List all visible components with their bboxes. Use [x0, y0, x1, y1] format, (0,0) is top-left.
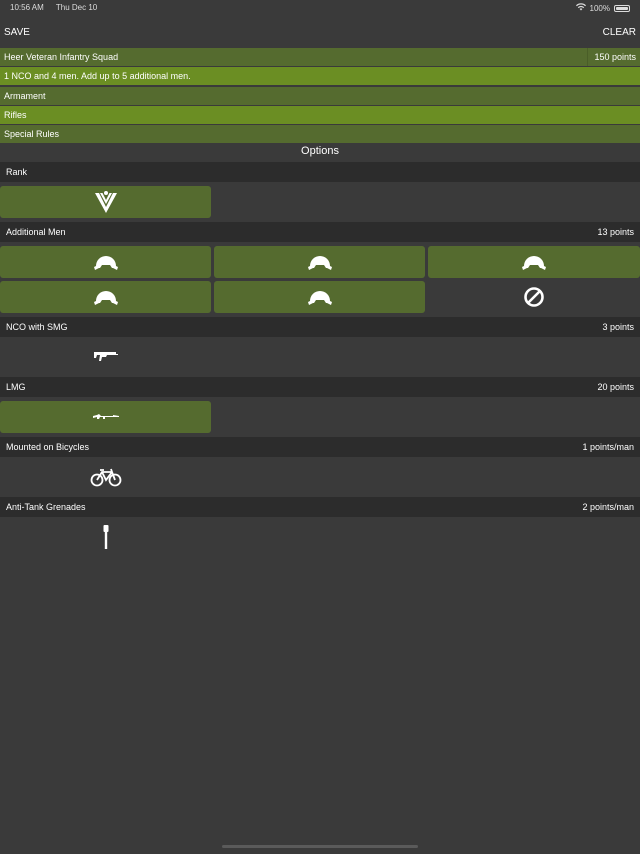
lmg-points: 20 points	[597, 382, 634, 392]
additional-men-none-option[interactable]	[428, 281, 640, 313]
additional-man-option-1[interactable]	[0, 246, 211, 278]
at-grenades-section-header: Anti-Tank Grenades 2 points/man	[0, 497, 640, 517]
bicycles-section-header: Mounted on Bicycles 1 points/man	[0, 437, 640, 457]
smg-icon	[93, 350, 119, 362]
unit-title-row[interactable]: Heer Veteran Infantry Squad 150 points	[0, 48, 640, 66]
lmg-icon	[92, 413, 119, 421]
additional-men-label: Additional Men	[6, 227, 66, 237]
helmet-icon	[93, 253, 119, 271]
lmg-section-header: LMG 20 points	[0, 377, 640, 397]
weapon-row[interactable]: Rifles	[0, 106, 640, 124]
options-title: Options	[301, 145, 339, 157]
home-indicator	[222, 845, 418, 848]
additional-men-points: 13 points	[597, 227, 634, 237]
bicycles-points: 1 points/man	[582, 442, 634, 452]
helmet-icon	[93, 288, 119, 306]
status-bar: 10:56 AM Thu Dec 10 100%	[0, 0, 640, 16]
armament-row[interactable]: Armament	[0, 87, 640, 105]
additional-man-option-3[interactable]	[428, 246, 640, 278]
rank-section-header: Rank	[0, 162, 640, 182]
save-button[interactable]: SAVE	[4, 27, 30, 38]
stick-grenade-icon	[102, 524, 110, 550]
nco-smg-points: 3 points	[602, 322, 634, 332]
additional-men-section-header: Additional Men 13 points	[0, 222, 640, 242]
armament-label: Armament	[4, 91, 46, 101]
lmg-option[interactable]	[0, 401, 211, 433]
battery-percent: 100%	[589, 3, 610, 13]
weapon-label: Rifles	[4, 110, 27, 120]
additional-man-option-5[interactable]	[214, 281, 425, 313]
clear-button[interactable]: CLEAR	[603, 27, 636, 38]
unit-name: Heer Veteran Infantry Squad	[4, 52, 119, 62]
nco-smg-label: NCO with SMG	[6, 322, 68, 332]
helmet-icon	[307, 253, 333, 271]
lmg-label: LMG	[6, 382, 26, 392]
additional-man-option-2[interactable]	[214, 246, 425, 278]
at-grenades-label: Anti-Tank Grenades	[6, 502, 86, 512]
rank-chevron-icon	[93, 189, 119, 215]
bicycles-option[interactable]	[0, 461, 211, 493]
helmet-icon	[521, 253, 547, 271]
nco-smg-option[interactable]	[0, 340, 211, 372]
bicycles-label: Mounted on Bicycles	[6, 442, 90, 452]
at-grenades-option[interactable]	[0, 521, 211, 553]
battery-icon	[614, 4, 630, 12]
wifi-icon	[575, 3, 586, 13]
unit-points: 150 points	[587, 48, 640, 66]
unit-description: 1 NCO and 4 men. Add up to 5 additional …	[4, 71, 191, 81]
special-rules-row[interactable]: Special Rules	[0, 125, 640, 143]
nco-smg-section-header: NCO with SMG 3 points	[0, 317, 640, 337]
rank-option-nco[interactable]	[0, 186, 211, 218]
helmet-icon	[307, 288, 333, 306]
special-rules-label: Special Rules	[4, 129, 60, 139]
status-time: 10:56 AM	[10, 3, 44, 12]
rank-label: Rank	[6, 167, 28, 177]
status-date: Thu Dec 10	[55, 3, 98, 12]
no-entry-icon	[523, 286, 545, 308]
nav-bar: SAVE CLEAR	[0, 24, 640, 42]
additional-man-option-4[interactable]	[0, 281, 211, 313]
bicycle-icon	[90, 467, 122, 487]
unit-description-row: 1 NCO and 4 men. Add up to 5 additional …	[0, 67, 640, 85]
at-grenades-points: 2 points/man	[582, 502, 634, 512]
